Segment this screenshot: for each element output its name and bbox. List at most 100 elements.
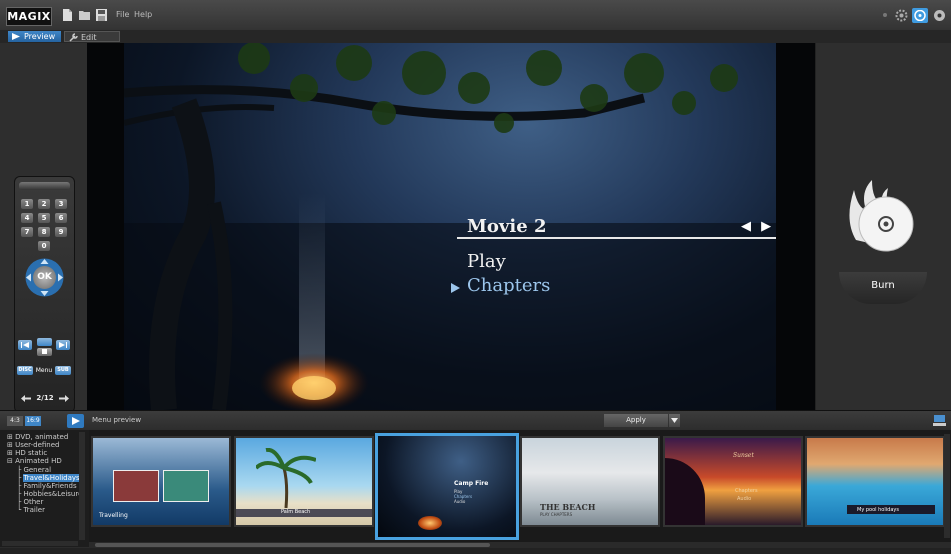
tab-preview-label: Preview <box>24 32 56 41</box>
remote-key-8[interactable]: 8 <box>38 227 50 237</box>
save-icon[interactable] <box>96 9 107 21</box>
remote-ok-button[interactable]: OK <box>33 266 56 289</box>
tree-label: Other <box>23 498 44 506</box>
remote-key-1[interactable]: 1 <box>21 199 33 209</box>
tree-label: Trailer <box>23 506 45 514</box>
thumbnail-travelling[interactable]: Travelling <box>91 436 231 527</box>
tree-hscrollbar[interactable] <box>2 541 78 546</box>
menu-background-scene: Movie 2 ◀ ▶ Play Chapters <box>124 43 776 410</box>
new-file-icon[interactable] <box>62 9 73 21</box>
menu-file[interactable]: File <box>116 10 129 19</box>
thumb-label: My pool holidays <box>857 507 899 513</box>
status-bar <box>0 548 951 554</box>
tree-subitem-hobbies[interactable]: ├ Hobbies&Leisure <box>17 490 82 498</box>
thumb-vscrollbar[interactable] <box>944 434 950 538</box>
magix-logo: MAGIX <box>6 7 52 26</box>
remote-key-3[interactable]: 3 <box>55 199 67 209</box>
tree-item-user-defined[interactable]: ⊞ User-defined <box>7 441 59 449</box>
tree-subitem-other[interactable]: ├ Other <box>17 498 43 506</box>
tree-silhouette-image <box>124 43 776 410</box>
menu-preview-play-button[interactable] <box>67 414 84 428</box>
tree-subitem-trailer[interactable]: └ Trailer <box>17 506 45 514</box>
remote-eject-button[interactable] <box>19 182 70 190</box>
remote-key-9[interactable]: 9 <box>55 227 67 237</box>
remote-menu-button[interactable]: Menu <box>35 366 53 375</box>
mode-tabs: Preview Edit <box>0 30 951 43</box>
thumb-label: Travelling <box>99 512 128 519</box>
template-tree: ⊞ DVD, animated ⊞ User-defined ⊞ HD stat… <box>0 430 90 547</box>
tree-label: Hobbies&Leisure <box>23 490 83 498</box>
remote-key-6[interactable]: 6 <box>55 213 67 223</box>
remote-key-4[interactable]: 4 <box>21 213 33 223</box>
tree-label-selected: Travel&Holidays <box>23 474 80 482</box>
thumbnail-palm-beach[interactable]: Palm Beach <box>234 436 374 527</box>
tab-edit[interactable]: Edit <box>64 31 120 42</box>
tree-label: Family&Friends <box>23 482 77 490</box>
tree-item-dvd-animated[interactable]: ⊞ DVD, animated <box>7 433 68 441</box>
remote-play-button[interactable] <box>37 338 52 346</box>
burn-disc-icon[interactable] <box>842 180 918 252</box>
thumbnail-pool-holidays[interactable]: My pool holidays <box>805 436 945 527</box>
tab-preview[interactable]: Preview <box>8 31 61 42</box>
title-bar: MAGIX File Help <box>0 0 951 31</box>
menu-toolbar: 4:3 16:9 Menu preview Apply <box>0 410 951 431</box>
tree-label: DVD, animated <box>15 433 69 441</box>
thumb-item: Audio <box>454 499 466 504</box>
aspect-16-9-button[interactable]: 16:9 <box>25 416 41 426</box>
apply-button[interactable]: Apply <box>604 414 668 427</box>
video-preview[interactable]: Movie 2 ◀ ▶ Play Chapters <box>87 43 815 410</box>
tree-subitem-family[interactable]: ├ Family&Friends <box>17 482 77 490</box>
gear-icon[interactable] <box>895 9 908 22</box>
menu-title: Movie 2 <box>467 216 547 237</box>
dot-icon <box>883 13 887 17</box>
thumb-label: Sunset <box>733 452 754 459</box>
thumbnail-camp-fire[interactable]: Camp Fire Play Chapters Audio <box>375 433 519 540</box>
menu-item-play[interactable]: Play <box>467 251 506 272</box>
tree-subitem-travel[interactable]: ├ Travel&Holidays <box>17 474 80 482</box>
remote-control: 1 2 3 4 5 6 7 8 9 0 OK DISC Menu SUB 2/1… <box>14 176 75 413</box>
thumb-item: Chapters <box>735 488 758 494</box>
thumb-label: Camp Fire <box>454 480 489 487</box>
thumb-label: Palm Beach <box>281 509 311 515</box>
remote-key-5[interactable]: 5 <box>38 213 50 223</box>
thumb-label: THE BEACH <box>540 502 596 512</box>
remote-key-2[interactable]: 2 <box>38 199 50 209</box>
tab-edit-label: Edit <box>81 33 97 42</box>
menu-help[interactable]: Help <box>134 10 152 19</box>
thumbnail-the-beach[interactable]: THE BEACH PLAY CHAPTERS <box>520 436 660 527</box>
scroll-thumb[interactable] <box>95 543 490 547</box>
remote-key-7[interactable]: 7 <box>21 227 33 237</box>
computer-icon[interactable] <box>933 415 946 427</box>
menu-nav-arrows[interactable]: ◀ ▶ <box>741 219 774 234</box>
tree-item-hd-static[interactable]: ⊞ HD static <box>7 449 47 457</box>
silhouette <box>665 458 705 525</box>
remote-next-button[interactable] <box>56 340 70 350</box>
remote-sub-button[interactable]: SUB <box>55 366 71 375</box>
tree-label: Animated HD <box>15 457 62 465</box>
thumbnail-sunset[interactable]: Sunset Chapters Audio <box>663 436 803 527</box>
tree-scrollbar[interactable] <box>79 432 85 540</box>
remote-stop-button[interactable] <box>37 348 52 356</box>
menu-item-chapters[interactable]: Chapters <box>467 275 550 296</box>
remote-page-counter: 2/12 <box>36 394 54 402</box>
play-icon <box>12 33 20 40</box>
apply-dropdown[interactable] <box>669 414 680 427</box>
tree-label: User-defined <box>15 441 60 449</box>
tree-subitem-general[interactable]: ├ General <box>17 466 51 474</box>
settings-icon[interactable] <box>933 9 946 22</box>
open-folder-icon[interactable] <box>79 9 90 21</box>
arrow-right-icon[interactable] <box>59 395 69 402</box>
title-underline <box>457 237 776 239</box>
aspect-4-3-button[interactable]: 4:3 <box>7 416 23 426</box>
menu-preview-label: Menu preview <box>92 416 142 424</box>
remote-prev-button[interactable] <box>18 340 32 350</box>
arrow-left-icon[interactable] <box>21 395 31 402</box>
play-icon <box>72 417 80 425</box>
remote-disc-button[interactable]: DISC <box>17 366 33 375</box>
disc-mode-button[interactable] <box>912 8 928 23</box>
skip-back-icon <box>21 342 29 348</box>
disc-icon <box>914 10 926 21</box>
chevron-down-icon <box>671 418 678 423</box>
remote-key-0[interactable]: 0 <box>38 241 50 251</box>
tree-item-animated-hd[interactable]: ⊟ Animated HD <box>7 457 62 465</box>
